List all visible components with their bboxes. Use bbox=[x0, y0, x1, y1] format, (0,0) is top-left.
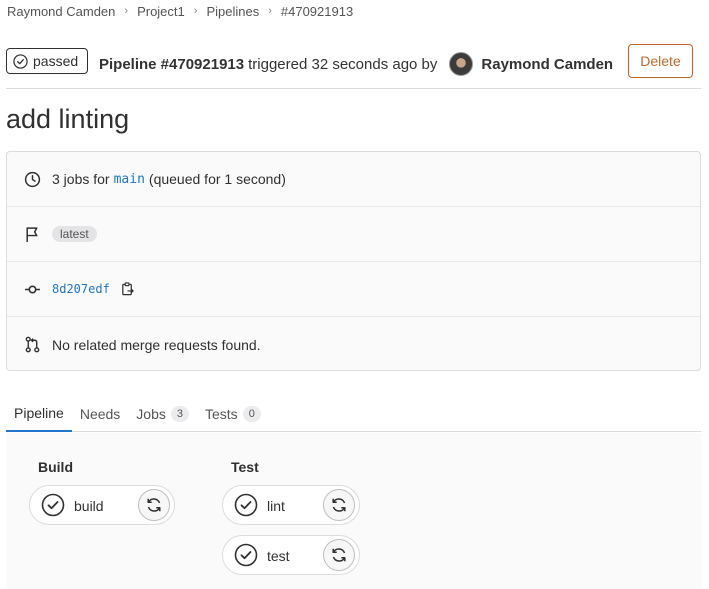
job-lint[interactable]: lint bbox=[222, 485, 360, 525]
avatar[interactable] bbox=[449, 52, 474, 76]
stage-test: Test lint test bbox=[222, 459, 360, 585]
check-circle-icon bbox=[41, 493, 65, 517]
stage-title: Test bbox=[231, 459, 259, 475]
commit-sha-link[interactable]: 8d207edf bbox=[52, 282, 110, 296]
chevron-right-icon: › bbox=[193, 5, 198, 17]
job-name: test bbox=[267, 548, 290, 564]
copy-icon[interactable] bbox=[120, 281, 135, 297]
tab-needs[interactable]: Needs bbox=[72, 395, 128, 432]
jobs-count-badge: 3 bbox=[170, 405, 189, 422]
clock-icon bbox=[23, 170, 41, 188]
author-name[interactable]: Raymond Camden bbox=[481, 56, 613, 73]
triggered-text: triggered 32 seconds ago by bbox=[248, 55, 438, 73]
tab-jobs[interactable]: Jobs 3 bbox=[128, 395, 197, 432]
breadcrumb: Raymond Camden › Project1 › Pipelines › … bbox=[7, 3, 353, 19]
pipeline-header: passed Pipeline #470921913 triggered 32 … bbox=[6, 40, 701, 89]
retry-button[interactable] bbox=[138, 489, 170, 521]
merge-request-row: No related merge requests found. bbox=[7, 317, 700, 372]
jobs-suffix: (queued for 1 second) bbox=[148, 171, 286, 187]
retry-icon bbox=[332, 498, 346, 512]
chevron-right-icon: › bbox=[268, 5, 272, 17]
retry-button[interactable] bbox=[323, 539, 355, 571]
merge-request-icon bbox=[23, 336, 41, 354]
check-circle-icon bbox=[234, 543, 258, 567]
delete-button[interactable]: Delete bbox=[628, 44, 693, 78]
breadcrumb-pipelines[interactable]: Pipelines bbox=[206, 4, 259, 19]
breadcrumb-pipeline-id[interactable]: #470921913 bbox=[281, 4, 353, 19]
retry-icon bbox=[332, 548, 346, 562]
job-name: build bbox=[74, 498, 104, 514]
branch-link[interactable]: main bbox=[114, 172, 145, 187]
latest-badge: latest bbox=[52, 226, 97, 242]
flag-icon bbox=[23, 225, 41, 243]
commit-icon bbox=[23, 280, 41, 298]
status-label: passed bbox=[33, 53, 79, 69]
pipeline-info: Pipeline #470921913 triggered 32 seconds… bbox=[99, 52, 613, 76]
commit-row: 8d207edf bbox=[7, 262, 700, 317]
chevron-right-icon: › bbox=[124, 5, 129, 17]
merge-request-text: No related merge requests found. bbox=[52, 336, 261, 353]
breadcrumb-user[interactable]: Raymond Camden bbox=[7, 4, 115, 19]
tag-row: latest bbox=[7, 207, 700, 262]
tests-count-badge: 0 bbox=[242, 405, 261, 422]
tab-label: Tests bbox=[205, 405, 238, 422]
job-name: lint bbox=[267, 498, 285, 514]
pipeline-graph: Build build Test lint test bbox=[6, 433, 701, 589]
stage-build: Build build bbox=[29, 459, 175, 535]
tab-pipeline[interactable]: Pipeline bbox=[6, 395, 72, 432]
job-test[interactable]: test bbox=[222, 535, 360, 575]
jobs-prefix: 3 jobs for bbox=[52, 171, 110, 187]
retry-button[interactable] bbox=[323, 489, 355, 521]
pipeline-info-box: 3 jobs for main (queued for 1 second) la… bbox=[6, 151, 701, 371]
breadcrumb-project[interactable]: Project1 bbox=[137, 4, 185, 19]
jobs-row: 3 jobs for main (queued for 1 second) bbox=[7, 152, 700, 207]
status-badge[interactable]: passed bbox=[6, 48, 89, 74]
tab-label: Needs bbox=[79, 405, 121, 422]
pipeline-tabs: Pipeline Needs Jobs 3 Tests 0 bbox=[6, 395, 701, 432]
stage-title: Build bbox=[38, 459, 73, 475]
retry-icon bbox=[147, 498, 161, 512]
job-build[interactable]: build bbox=[29, 485, 175, 525]
check-circle-icon bbox=[234, 493, 258, 517]
tab-tests[interactable]: Tests 0 bbox=[197, 395, 269, 432]
pipeline-label: Pipeline #470921913 bbox=[99, 55, 245, 73]
tab-label: Jobs bbox=[136, 405, 166, 422]
check-circle-icon bbox=[13, 53, 28, 69]
tab-label: Pipeline bbox=[14, 404, 64, 421]
page-title: add linting bbox=[6, 104, 130, 134]
